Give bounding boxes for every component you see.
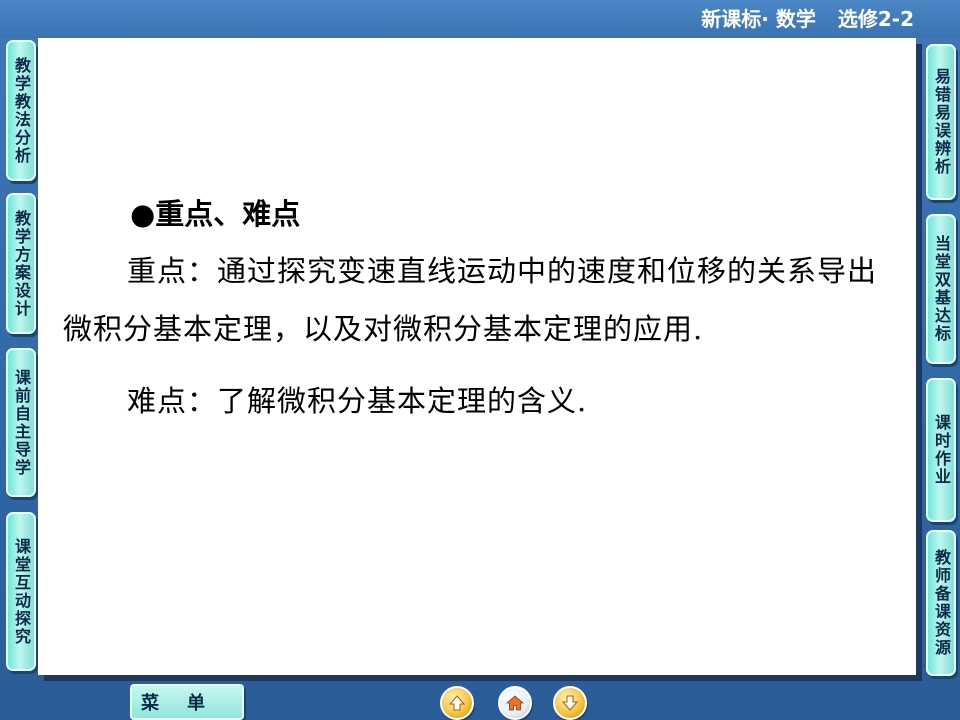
nav-label: 课堂互动探究 [12, 537, 31, 646]
top-bar: 新课标· 数学 选修2-2 [0, 0, 960, 38]
nav-basic-practice[interactable]: 当堂双基达标 [926, 214, 956, 364]
nav-label: 教学教法分析 [12, 56, 31, 165]
nav-teacher-resources[interactable]: 教师备课资源 [926, 530, 956, 676]
nav-label: 课前自主导学 [12, 368, 31, 477]
content-panel: ●重点、难点 重点：通过探究变速直线运动中的速度和位移的关系导出微积分基本定理，… [38, 38, 916, 675]
nav-label: 易错易误辨析 [932, 68, 951, 176]
nav-label: 课时作业 [932, 414, 951, 486]
nav-teaching-method-analysis[interactable]: 教学教法分析 [6, 40, 36, 181]
difficulty-text: 难点：了解微积分基本定理的含义. [127, 384, 588, 418]
key-point-text: 重点：通过探究变速直线运动中的速度和位移的关系导出微积分基本定理，以及对微积分基… [63, 254, 878, 346]
menu-button[interactable]: 菜单 [130, 684, 244, 720]
section-heading: ●重点、难点 [130, 197, 301, 231]
next-page-button[interactable] [553, 686, 587, 720]
home-button[interactable] [498, 686, 532, 720]
nav-homework[interactable]: 课时作业 [926, 378, 956, 522]
course-series: 新课标· 数学 [701, 7, 816, 31]
nav-classroom-inquiry[interactable]: 课堂互动探究 [6, 512, 36, 671]
nav-pre-class-study[interactable]: 课前自主导学 [6, 348, 36, 497]
nav-teaching-plan-design[interactable]: 教学方案设计 [6, 193, 36, 334]
home-icon [505, 695, 525, 711]
nav-label: 当堂双基达标 [932, 235, 951, 343]
course-title: 新课标· 数学 选修2-2 [701, 4, 914, 34]
up-arrow-icon [448, 695, 466, 711]
down-arrow-icon [561, 695, 579, 711]
previous-page-button[interactable] [440, 686, 474, 720]
nav-label: 教师备课资源 [932, 549, 951, 657]
nav-label: 教学方案设计 [12, 209, 31, 318]
course-volume: 选修2-2 [837, 7, 914, 31]
nav-error-analysis[interactable]: 易错易误辨析 [926, 44, 956, 200]
